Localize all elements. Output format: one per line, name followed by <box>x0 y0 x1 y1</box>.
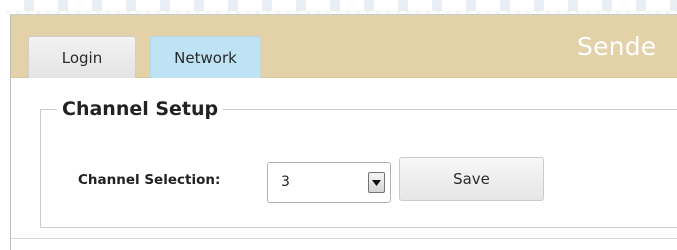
channel-setup-legend: Channel Setup <box>62 98 219 120</box>
chevron-down-icon[interactable] <box>368 172 385 193</box>
frame-top-edge <box>0 0 677 14</box>
channel-selection-label: Channel Selection: <box>78 172 221 188</box>
channel-select-value: 3 <box>281 174 290 190</box>
tab-login[interactable]: Login <box>28 36 136 78</box>
brand-title: Sende <box>577 32 657 61</box>
bottom-divider <box>11 238 677 239</box>
tab-network-label: Network <box>174 48 237 67</box>
tab-network[interactable]: Network <box>150 36 261 78</box>
channel-select[interactable]: 3 <box>267 162 391 203</box>
tab-bar: Login Network Sende <box>11 15 677 78</box>
save-button[interactable]: Save <box>399 157 544 201</box>
tab-login-label: Login <box>61 48 103 67</box>
